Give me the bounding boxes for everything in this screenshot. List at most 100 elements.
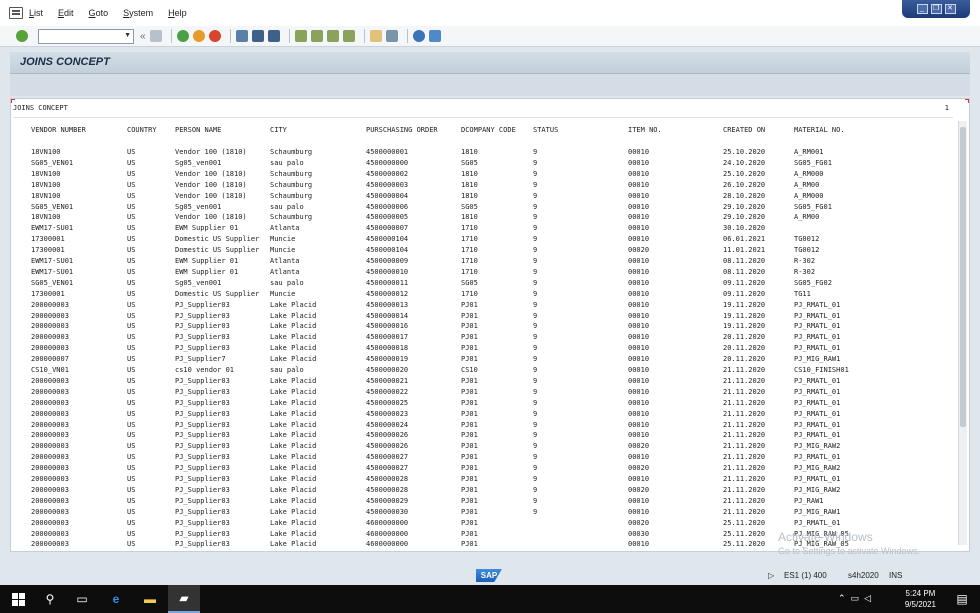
- notifications-icon[interactable]: ▤: [948, 585, 976, 613]
- cell-created-on: 21.11.2020: [723, 442, 766, 451]
- maximize-button[interactable]: ❐: [930, 4, 942, 14]
- cell-vendor-number: 200000003: [31, 311, 69, 320]
- search-icon[interactable]: ⚲: [34, 585, 66, 613]
- col-header-purchasing-order: PURSCHASING ORDER: [366, 126, 438, 134]
- cell-purchasing-order: 4600000000: [366, 518, 409, 527]
- close-button[interactable]: ✕: [944, 4, 956, 14]
- cell-city: Lake Placid: [270, 376, 317, 385]
- cell-item-no: 00010: [628, 540, 650, 549]
- edge-icon[interactable]: e: [100, 585, 132, 613]
- cell-created-on: 11.01.2021: [723, 246, 766, 255]
- system-info[interactable]: ES1 (1) 400: [784, 571, 827, 580]
- new-session-icon[interactable]: [369, 30, 382, 42]
- cell-item-no: 00020: [628, 442, 650, 451]
- menu-help[interactable]: Help: [168, 8, 187, 18]
- menu-icon[interactable]: [9, 7, 23, 19]
- cell-country: US: [127, 191, 136, 200]
- cell-vendor-number: EWM17-SU01: [31, 267, 74, 276]
- toolbar-separator: [363, 29, 365, 43]
- windows-taskbar: ⚲ ▭ e ▬ ▰ ⌃▭◁ 5:24 PM 9/5/2021 ▤: [0, 585, 980, 613]
- enter-icon[interactable]: [16, 30, 28, 42]
- previous-page-icon[interactable]: [310, 30, 323, 42]
- cell-vendor-number: 18VN100: [31, 213, 61, 222]
- cell-person-name: Vendor 100 (1810): [175, 213, 247, 222]
- cell-purchasing-order: 4500000026: [366, 431, 409, 440]
- cell-country: US: [127, 235, 136, 244]
- help-icon[interactable]: [412, 30, 425, 42]
- status-expand-icon[interactable]: ▷: [768, 571, 774, 580]
- cell-city: Muncie: [270, 246, 296, 255]
- cell-country: US: [127, 464, 136, 473]
- cell-company-code: PJ01: [461, 431, 478, 440]
- status-bar: SAP ▷ ES1 (1) 400 s4h2020 INS: [0, 565, 980, 585]
- cancel-icon[interactable]: [208, 30, 221, 42]
- cell-purchasing-order: 4600000000: [366, 540, 409, 549]
- cell-vendor-number: 17300001: [31, 289, 65, 298]
- cell-purchasing-order: 4500000016: [366, 322, 409, 331]
- start-button[interactable]: [2, 585, 34, 613]
- cell-item-no: 00010: [628, 158, 650, 167]
- cell-purchasing-order: 4500000011: [366, 278, 409, 287]
- chevron-down-icon[interactable]: ▼: [124, 32, 131, 39]
- cell-country: US: [127, 420, 136, 429]
- scrollbar-thumb[interactable]: [960, 127, 966, 427]
- next-page-icon[interactable]: [326, 30, 339, 42]
- menu-list[interactable]: List: [29, 8, 43, 18]
- cell-city: Atlanta: [270, 267, 300, 276]
- save-icon[interactable]: [149, 30, 162, 42]
- file-explorer-icon[interactable]: ▬: [134, 585, 166, 613]
- system-tray-icons[interactable]: ⌃▭◁: [838, 593, 876, 604]
- cell-created-on: 24.10.2020: [723, 158, 766, 167]
- cell-person-name: PJ_Supplier03: [175, 507, 230, 516]
- print-icon[interactable]: [235, 30, 248, 42]
- cell-person-name: PJ_Supplier03: [175, 518, 230, 527]
- back-icon[interactable]: [176, 30, 189, 42]
- cell-country: US: [127, 529, 136, 538]
- cell-item-no: 00010: [628, 355, 650, 364]
- cell-item-no: 00010: [628, 398, 650, 407]
- menu-goto[interactable]: Goto: [89, 8, 109, 18]
- cell-item-no: 00010: [628, 366, 650, 374]
- windows-icon: [11, 592, 25, 606]
- cell-city: Lake Placid: [270, 387, 317, 396]
- cell-material-no: SG05_FG01: [794, 158, 832, 167]
- shortcut-icon[interactable]: [385, 30, 398, 42]
- menu-system[interactable]: System: [123, 8, 153, 18]
- cell-material-no: R-302: [794, 257, 816, 265]
- cell-status: 9: [533, 398, 538, 407]
- cell-person-name: Sg05_ven001: [175, 278, 222, 287]
- vertical-scrollbar[interactable]: [958, 121, 967, 545]
- minimize-button[interactable]: _: [916, 4, 928, 14]
- last-page-icon[interactable]: [342, 30, 355, 42]
- sap-logo: SAP: [476, 569, 502, 582]
- layout-icon[interactable]: [428, 30, 441, 42]
- sap-logon-taskbar-icon[interactable]: ▰: [168, 585, 200, 613]
- collapse-icon[interactable]: «: [140, 31, 146, 42]
- cell-created-on: 21.11.2020: [723, 496, 766, 505]
- cell-purchasing-order: 4500000012: [366, 289, 409, 298]
- find-next-icon[interactable]: [267, 30, 280, 42]
- task-view-icon[interactable]: ▭: [66, 585, 98, 613]
- command-field[interactable]: ▼: [38, 28, 134, 44]
- cell-country: US: [127, 355, 136, 364]
- first-page-icon[interactable]: [294, 30, 307, 42]
- cell-country: US: [127, 213, 136, 222]
- find-icon[interactable]: [251, 30, 264, 42]
- cell-city: Lake Placid: [270, 529, 317, 538]
- cell-created-on: 08.11.2020: [723, 267, 766, 276]
- cell-purchasing-order: 4500000027: [366, 464, 409, 473]
- cell-status: 9: [533, 420, 538, 429]
- cell-created-on: 19.11.2020: [723, 322, 766, 331]
- cell-person-name: PJ_Supplier03: [175, 409, 230, 418]
- cell-purchasing-order: 4600000000: [366, 529, 409, 538]
- cell-company-code: 1710: [461, 246, 478, 255]
- exit-icon[interactable]: [192, 30, 205, 42]
- taskbar-clock[interactable]: 5:24 PM 9/5/2021: [905, 588, 936, 610]
- cell-company-code: PJ01: [461, 518, 478, 527]
- cell-vendor-number: 200000003: [31, 431, 69, 440]
- cell-country: US: [127, 475, 136, 483]
- cell-company-code: 1710: [461, 267, 478, 276]
- cell-vendor-number: 200000003: [31, 475, 69, 483]
- menu-edit[interactable]: Edit: [58, 8, 74, 18]
- cell-purchasing-order: 4500000104: [366, 246, 409, 255]
